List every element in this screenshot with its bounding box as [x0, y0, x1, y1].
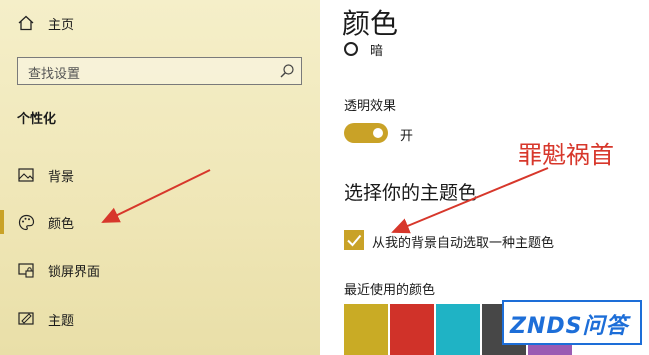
sidebar-item-background[interactable]: 背景: [0, 157, 320, 193]
watermark-text: ZNDS问答: [510, 314, 629, 339]
color-swatch[interactable]: [436, 304, 480, 355]
transparency-toggle[interactable]: [344, 123, 388, 143]
sidebar: 主页 查找设置 个性化 背景 颜色 锁屏界面 主题: [0, 0, 320, 355]
page-title: 颜色: [342, 7, 399, 40]
sidebar-item-lock-screen[interactable]: 锁屏界面: [0, 252, 320, 288]
main-panel: 颜色 暗 透明效果 开 选择你的主题色 从我的背景自动选取一种主题色 最近使用的…: [320, 0, 649, 355]
transparency-state: 开: [400, 129, 414, 144]
color-swatch[interactable]: [390, 304, 434, 355]
sidebar-item-label: 颜色: [48, 216, 75, 232]
search-placeholder: 查找设置: [28, 67, 81, 82]
sidebar-item-home[interactable]: 主页: [0, 5, 320, 41]
palette-icon: [17, 213, 35, 231]
dark-mode-radio[interactable]: [344, 42, 358, 56]
toggle-knob: [373, 128, 383, 138]
theme-icon: [17, 310, 35, 328]
annotation-text: 罪魁祸首: [518, 141, 614, 169]
sidebar-item-label: 锁屏界面: [48, 264, 101, 280]
sidebar-item-label: 主页: [48, 17, 75, 33]
sidebar-item-label: 主题: [48, 313, 75, 329]
dark-mode-label: 暗: [370, 44, 384, 59]
watermark-logo: ZNDS问答: [502, 300, 642, 345]
image-icon: [17, 166, 35, 184]
sidebar-item-themes[interactable]: 主题: [0, 301, 320, 337]
transparency-label: 透明效果: [344, 99, 397, 114]
auto-pick-label: 从我的背景自动选取一种主题色: [372, 236, 555, 251]
section-title: 个性化: [17, 112, 57, 127]
recent-colors-label: 最近使用的颜色: [344, 283, 436, 298]
check-icon: [347, 234, 362, 247]
color-swatch[interactable]: [344, 304, 388, 355]
sidebar-item-colors[interactable]: 颜色: [0, 204, 320, 240]
home-icon: [17, 14, 35, 32]
search-icon[interactable]: [279, 63, 295, 79]
auto-pick-checkbox[interactable]: [344, 230, 364, 250]
theme-color-heading: 选择你的主题色: [344, 182, 478, 204]
lock-screen-icon: [17, 261, 35, 279]
sidebar-item-label: 背景: [48, 169, 75, 185]
search-input[interactable]: 查找设置: [17, 57, 302, 85]
